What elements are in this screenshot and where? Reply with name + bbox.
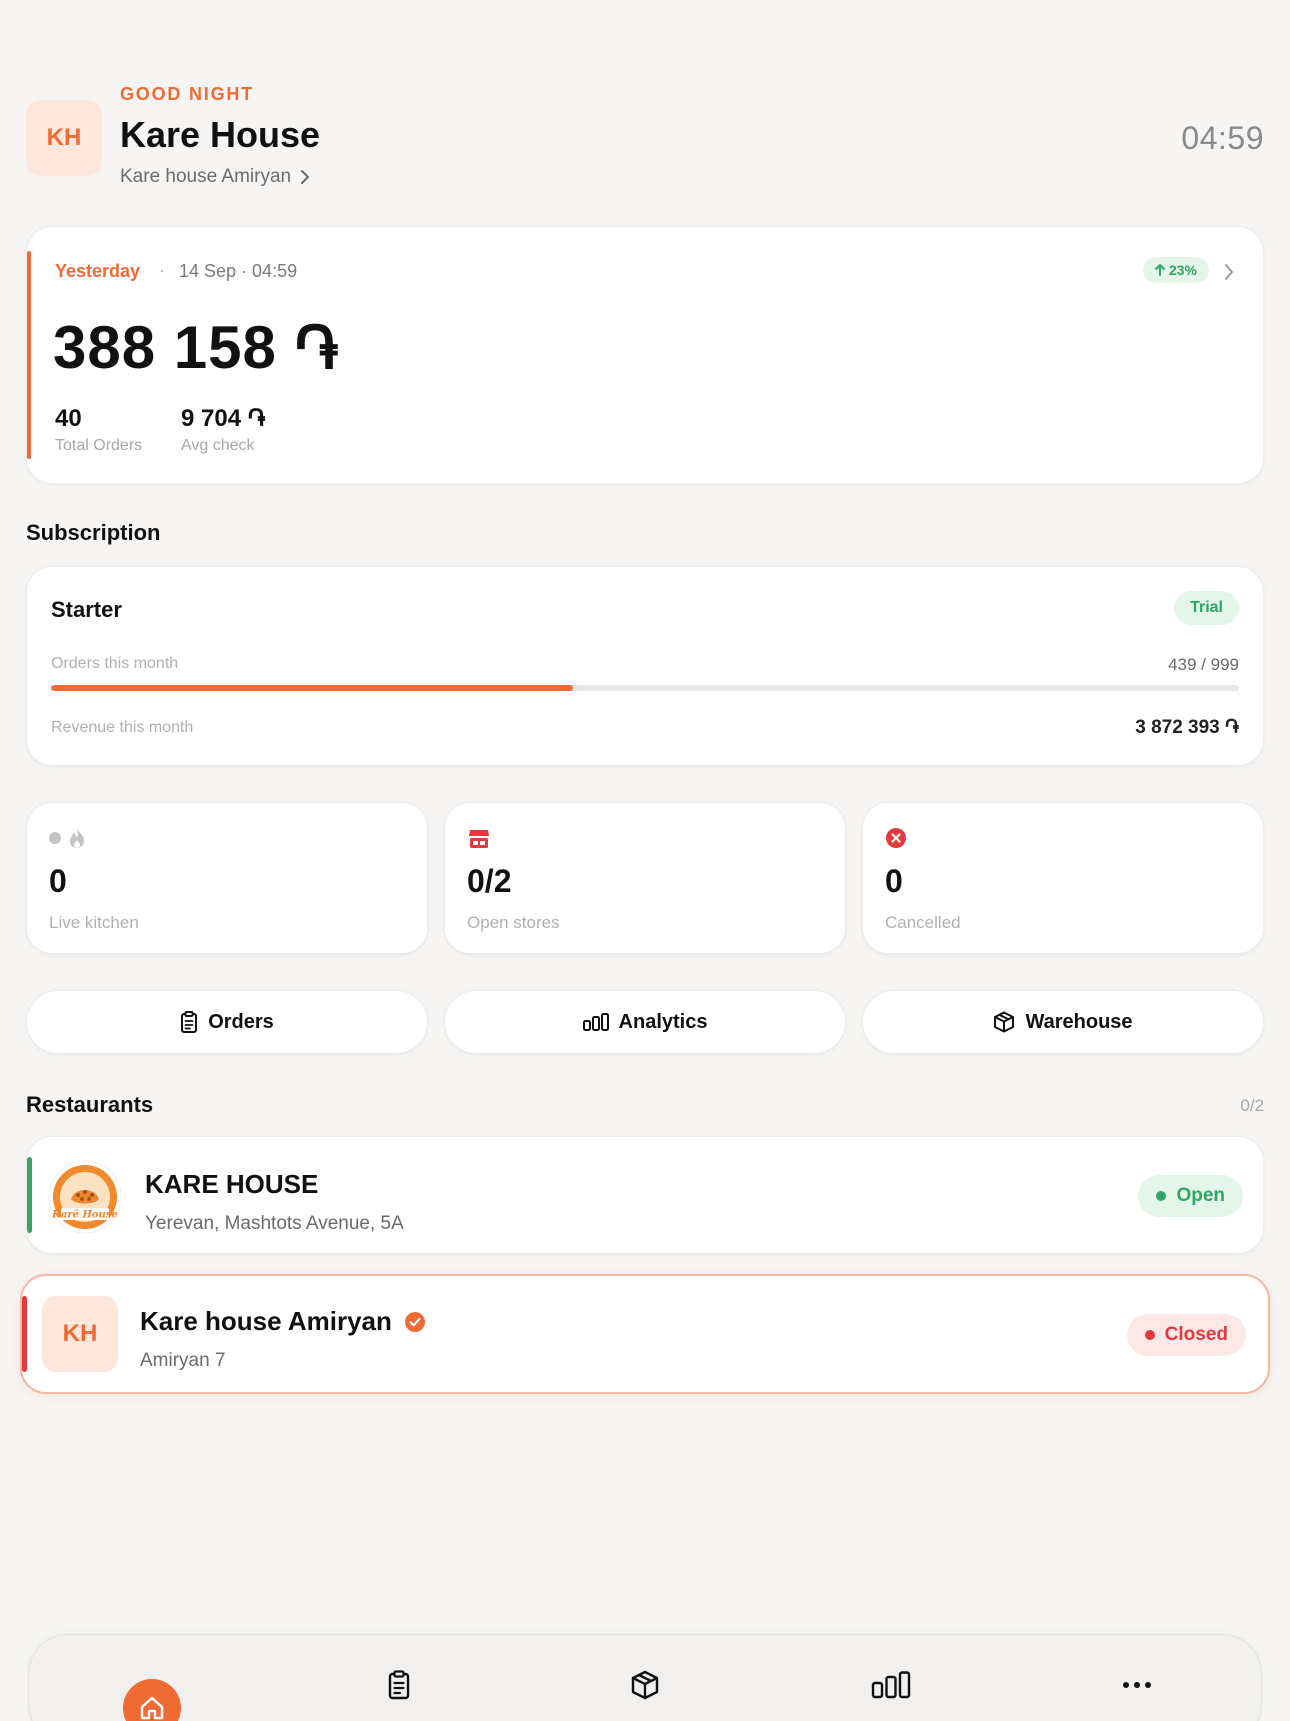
bar-chart-icon xyxy=(582,1013,609,1031)
status-badge-open: Open xyxy=(1138,1175,1243,1217)
status-label: Closed xyxy=(1164,1324,1228,1345)
restaurants-count: 0/2 xyxy=(1240,1096,1264,1115)
orders-month-value: 439 / 999 xyxy=(1168,655,1239,674)
trend-badge: 23% xyxy=(1143,257,1209,283)
restaurant-logo: Karē House xyxy=(48,1160,122,1234)
box-icon xyxy=(631,1670,659,1700)
header: KH GOOD NIGHT Kare House Kare house Amir… xyxy=(26,84,1264,194)
subscription-card[interactable]: Starter Trial Orders this month 439 / 99… xyxy=(26,566,1264,766)
period-date: 14 Sep · 04:59 xyxy=(179,261,298,281)
restaurant-avatar: KH xyxy=(42,1296,118,1372)
cancelled-label: Cancelled xyxy=(885,913,961,932)
separator-dot: · xyxy=(159,260,165,280)
chevron-right-icon xyxy=(301,170,310,184)
status-label: Open xyxy=(1176,1185,1225,1206)
avg-check-value: 9 704 ֏ xyxy=(181,405,266,432)
restaurant-card-kare-house-amiryan[interactable]: KH Kare house Amiryan Amiryan 7 Closed xyxy=(20,1274,1270,1394)
status-dot-icon xyxy=(1144,1330,1155,1340)
restaurant-address: Amiryan 7 xyxy=(140,1350,226,1371)
status-dot-icon xyxy=(1156,1191,1167,1201)
total-orders-value: 40 xyxy=(55,405,82,432)
restaurants-title: Restaurants xyxy=(26,1092,154,1117)
arrow-up-icon xyxy=(1155,264,1166,276)
trial-badge: Trial xyxy=(1174,591,1239,625)
status-badge-closed: Closed xyxy=(1126,1314,1246,1356)
plan-name: Starter xyxy=(51,597,122,622)
total-revenue: 388 158 ֏ xyxy=(53,314,340,381)
stat-live-kitchen[interactable]: 0 Live kitchen xyxy=(26,802,428,954)
box-icon xyxy=(994,1011,1015,1033)
restaurant-name: Kare house Amiryan xyxy=(140,1306,426,1337)
chevron-right-icon[interactable] xyxy=(1223,263,1235,281)
orders-button[interactable]: Orders xyxy=(26,990,428,1054)
store-icon xyxy=(469,830,489,848)
tab-orders[interactable] xyxy=(369,1663,429,1707)
bottom-tab-bar xyxy=(28,1634,1262,1721)
warehouse-button-label: Warehouse xyxy=(1025,1010,1133,1033)
total-orders-label: Total Orders xyxy=(55,437,143,454)
tab-more[interactable] xyxy=(1107,1663,1167,1707)
restaurant-name: KARE HOUSE xyxy=(145,1169,319,1199)
tab-home[interactable] xyxy=(123,1679,181,1721)
live-kitchen-value: 0 xyxy=(49,863,67,899)
stat-cancelled[interactable]: 0 Cancelled xyxy=(862,802,1264,954)
status-accent-bar xyxy=(22,1296,27,1372)
warehouse-button[interactable]: Warehouse xyxy=(862,990,1264,1054)
greeting-text: GOOD NIGHT xyxy=(120,84,254,104)
avg-check-label: Avg check xyxy=(181,437,255,454)
orders-month-label: Orders this month xyxy=(51,655,179,672)
trend-value: 23% xyxy=(1168,262,1197,278)
open-stores-value: 0/2 xyxy=(467,863,512,899)
status-dot-icon xyxy=(49,832,61,844)
status-accent-bar xyxy=(27,1157,32,1233)
card-accent-bar xyxy=(27,251,31,459)
revenue-month-value: 3 872 393 ֏ xyxy=(1135,717,1239,738)
cancel-icon xyxy=(886,828,906,848)
branch-selector[interactable]: Kare house Amiryan xyxy=(120,166,311,188)
live-kitchen-label: Live kitchen xyxy=(49,913,139,932)
orders-progress-fill xyxy=(51,685,574,691)
tab-warehouse[interactable] xyxy=(615,1663,675,1707)
flame-icon xyxy=(70,828,84,848)
subscription-title: Subscription xyxy=(26,520,161,545)
brand-avatar[interactable]: KH xyxy=(26,100,102,176)
stat-open-stores[interactable]: 0/2 Open stores xyxy=(444,802,846,954)
home-icon xyxy=(140,1696,164,1720)
bar-chart-icon xyxy=(871,1671,911,1699)
brand-name: Kare House xyxy=(120,114,321,155)
tab-analytics[interactable] xyxy=(861,1663,921,1707)
sales-summary-card[interactable]: Yesterday · 14 Sep · 04:59 23% 388 158 ֏… xyxy=(26,226,1264,484)
orders-button-label: Orders xyxy=(208,1010,274,1033)
verified-check-icon xyxy=(404,1311,425,1332)
cancelled-value: 0 xyxy=(885,863,903,899)
clipboard-icon xyxy=(388,1670,410,1700)
orders-progress-bar xyxy=(51,685,1239,691)
svg-text:Karē House: Karē House xyxy=(51,1210,118,1221)
open-stores-label: Open stores xyxy=(467,913,560,932)
revenue-month-label: Revenue this month xyxy=(51,719,194,736)
branch-name: Kare house Amiryan xyxy=(120,166,292,187)
clock: 04:59 xyxy=(1181,120,1264,156)
restaurant-address: Yerevan, Mashtots Avenue, 5A xyxy=(145,1213,404,1234)
restaurant-card-kare-house[interactable]: Karē House KARE HOUSE Yerevan, Mashtots … xyxy=(26,1136,1264,1254)
more-icon xyxy=(1123,1682,1151,1688)
analytics-button-label: Analytics xyxy=(618,1010,708,1033)
period-label: Yesterday xyxy=(55,261,141,281)
analytics-button[interactable]: Analytics xyxy=(444,990,846,1054)
clipboard-icon xyxy=(181,1011,198,1033)
